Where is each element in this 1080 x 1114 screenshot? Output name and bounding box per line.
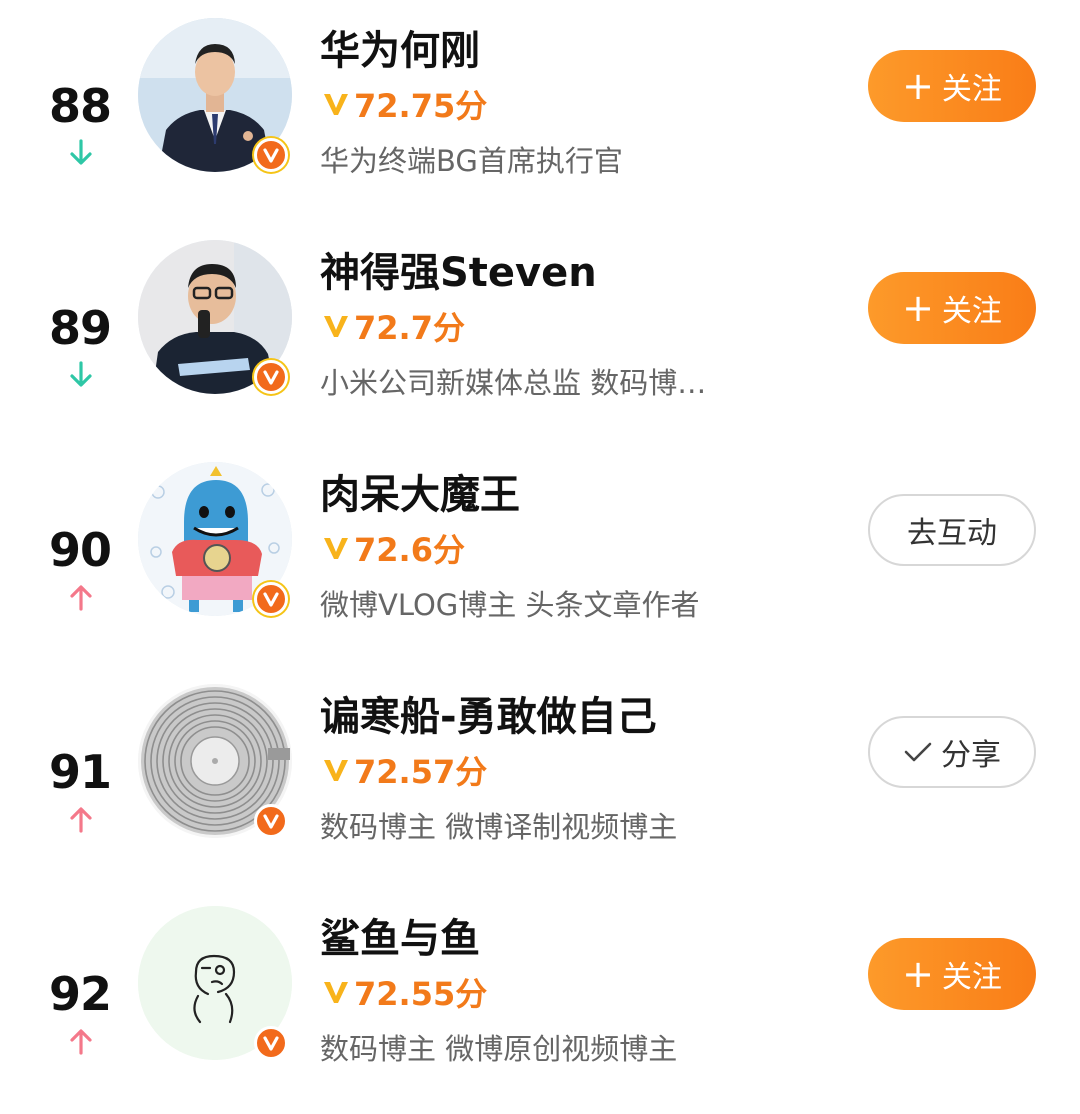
score-value: 72.6分 [354, 531, 465, 569]
plus-icon: + [902, 952, 934, 996]
follow-button[interactable]: + 关注 [868, 50, 1036, 122]
v-score-icon [324, 316, 348, 337]
score-value: 72.55分 [354, 975, 488, 1013]
verified-badge-icon [254, 582, 288, 616]
list-item[interactable]: 89 神得强Steven 72.7分 小米公司新媒体总监 数码博… + 关注 [0, 226, 1080, 448]
rank-number: 89 [48, 301, 112, 355]
user-description: 微博VLOG博主 头条文章作者 [320, 588, 700, 622]
v-score-icon [324, 94, 348, 115]
list-item[interactable]: 91 谝寒船-勇敢做自己 72.57分 数码博主 微博译制视频博主 分享 [0, 670, 1080, 892]
follow-button[interactable]: + 关注 [868, 938, 1036, 1010]
plus-icon: + [902, 286, 934, 330]
user-description: 数码博主 微博译制视频博主 [320, 810, 678, 844]
arrow-down-icon [70, 139, 92, 165]
follow-label: 关注 [941, 72, 1002, 107]
list-item[interactable]: 92 鲨鱼与鱼 72.55分 数码博主 微博原创视频博主 + 关注 [0, 892, 1080, 1114]
verified-badge-icon [254, 360, 288, 394]
share-label: 分享 [941, 738, 1001, 773]
arrow-up-icon [70, 807, 92, 833]
list-item[interactable]: 88 华为何刚 72.75分 华为终端BG首席执行官 + 关注 [0, 4, 1080, 226]
arrow-up-icon [70, 1029, 92, 1055]
v-score-icon [324, 760, 348, 781]
share-button[interactable]: 分享 [868, 716, 1036, 788]
score-line: 72.6分 [322, 528, 465, 569]
rank-number: 91 [48, 745, 112, 799]
interact-button[interactable]: 去互动 [868, 494, 1036, 566]
rank-number: 88 [48, 79, 112, 133]
verified-badge-icon [254, 804, 288, 838]
rank-number: 90 [48, 523, 112, 577]
user-description: 数码博主 微博原创视频博主 [320, 1032, 678, 1066]
arrow-up-icon [70, 585, 92, 611]
user-name[interactable]: 肉呆大魔王 [320, 462, 520, 520]
follow-label: 关注 [941, 294, 1002, 329]
score-line: 72.55分 [322, 972, 488, 1013]
user-name[interactable]: 鲨鱼与鱼 [320, 906, 480, 964]
plus-icon: + [902, 64, 934, 108]
follow-label: 关注 [941, 960, 1002, 995]
v-score-icon [324, 982, 348, 1003]
verified-badge-icon [254, 138, 288, 172]
score-line: 72.7分 [322, 306, 465, 347]
list-item[interactable]: 90 肉呆大魔王 72.6分 微博VLOG博主 头条文章作者 去互动 [0, 448, 1080, 670]
score-line: 72.57分 [322, 750, 488, 791]
user-description: 华为终端BG首席执行官 [320, 144, 623, 178]
arrow-down-icon [70, 361, 92, 387]
score-line: 72.75分 [322, 84, 488, 125]
score-value: 72.7分 [354, 309, 465, 347]
follow-button[interactable]: + 关注 [868, 272, 1036, 344]
user-name[interactable]: 华为何刚 [320, 18, 480, 76]
v-score-icon [324, 538, 348, 559]
user-description: 小米公司新媒体总监 数码博… [320, 366, 707, 400]
interact-label: 去互动 [907, 516, 997, 551]
user-name[interactable]: 谝寒船-勇敢做自己 [320, 684, 657, 742]
check-icon [904, 742, 932, 762]
user-name[interactable]: 神得强Steven [320, 240, 597, 298]
score-value: 72.57分 [354, 753, 488, 791]
rank-number: 92 [48, 967, 112, 1021]
score-value: 72.75分 [354, 87, 488, 125]
verified-badge-icon [254, 1026, 288, 1060]
